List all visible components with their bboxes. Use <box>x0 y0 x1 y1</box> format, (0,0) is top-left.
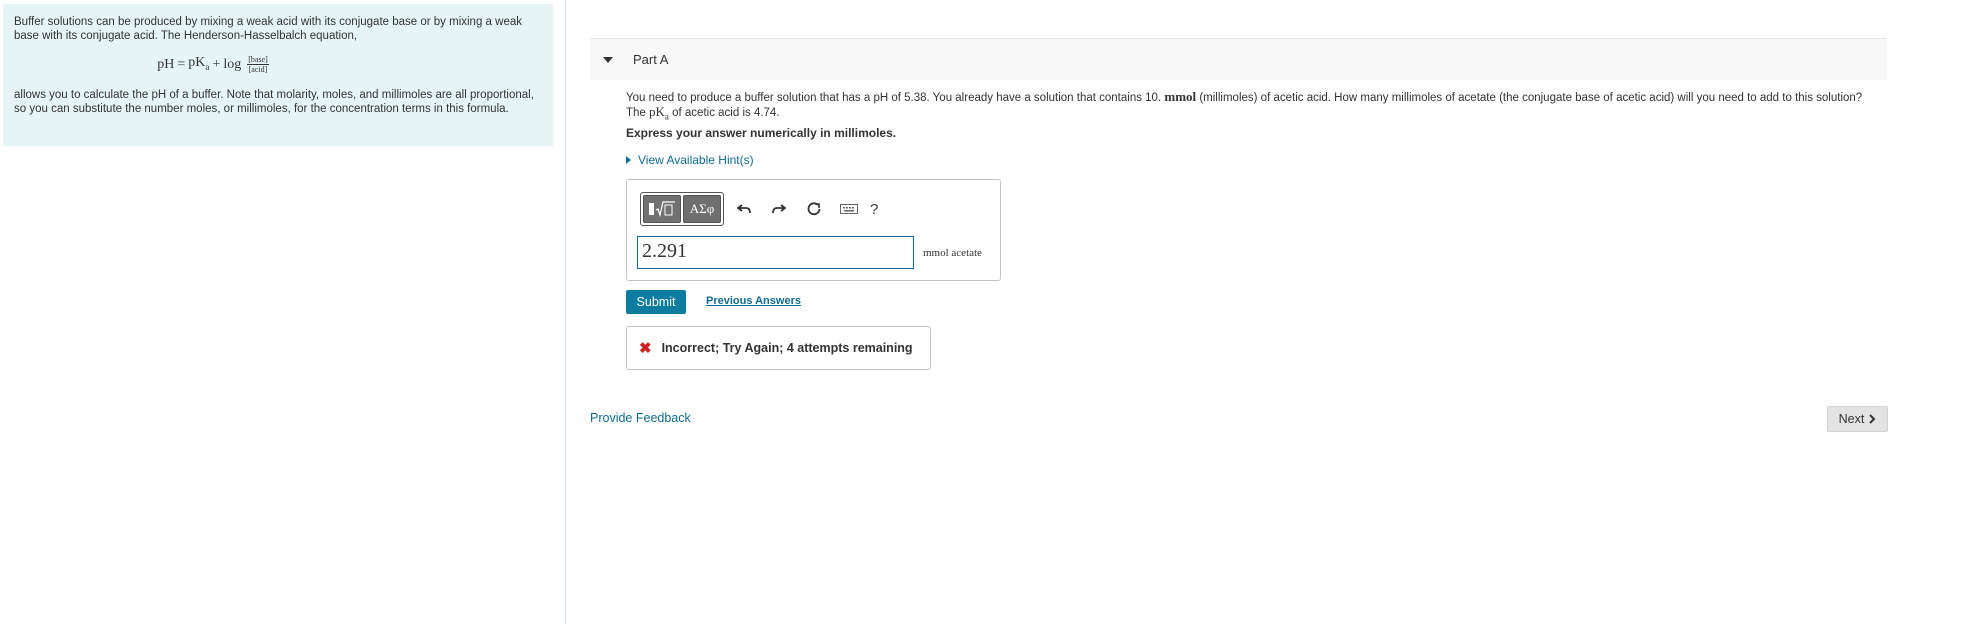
previous-answers-link[interactable]: Previous Answers <box>706 295 801 307</box>
toolbar-template-group: ΑΣφ <box>640 192 724 226</box>
answer-instruction: Express your answer numerically in milli… <box>626 126 897 140</box>
part-title: Part A <box>633 52 669 67</box>
question-unit-mmol: mmol <box>1164 89 1197 104</box>
undo-icon[interactable] <box>729 194 759 224</box>
equation-lhs: pH <box>157 56 175 72</box>
caret-right-icon <box>626 156 631 164</box>
equation-pk-subscript: a <box>205 61 210 72</box>
answer-box: ΑΣφ ? 2.291 mmol acetate <box>626 179 1001 281</box>
greek-symbols-button[interactable]: ΑΣφ <box>683 195 721 223</box>
error-x-icon: ✖ <box>639 340 652 357</box>
redo-icon[interactable] <box>764 194 794 224</box>
equation-equals: = <box>177 56 186 72</box>
view-hints-link[interactable]: View Available Hint(s) <box>626 153 754 167</box>
chevron-right-icon <box>1869 414 1876 424</box>
henderson-hasselbalch-equation: pH = pKa + log [base] [acid] <box>14 55 542 74</box>
keyboard-icon[interactable] <box>834 194 864 224</box>
intro-paragraph-1: Buffer solutions can be produced by mixi… <box>14 16 522 42</box>
question-pk: pKa <box>649 104 669 122</box>
answer-input[interactable]: 2.291 <box>637 236 914 269</box>
intro-paragraph-2: allows you to calculate the pH of a buff… <box>14 89 534 115</box>
question-text: You need to produce a buffer solution th… <box>626 90 1896 124</box>
sqrt-template-icon <box>649 201 675 218</box>
collapse-caret-icon[interactable] <box>603 56 613 63</box>
feedback-message-box: ✖ Incorrect; Try Again; 4 attempts remai… <box>626 326 931 370</box>
equation-log: log <box>223 56 242 72</box>
equation-pk-symbol: pK <box>188 54 206 70</box>
intro-panel: Buffer solutions can be produced by mixi… <box>3 4 553 146</box>
help-icon[interactable]: ? <box>870 201 878 218</box>
equation-fraction: [base] [acid] <box>247 55 269 74</box>
math-toolbar: ΑΣφ ? <box>640 192 878 226</box>
column-divider <box>565 0 566 624</box>
question-text-part-c: The <box>626 107 646 119</box>
submit-button[interactable]: Submit <box>626 290 686 314</box>
equation-denominator: [acid] <box>248 65 268 74</box>
equation-plus: + <box>212 56 221 72</box>
question-text-part-d: of acetic acid is 4.74. <box>672 107 780 119</box>
part-a-header[interactable]: Part A <box>590 38 1887 80</box>
reset-icon[interactable] <box>799 194 829 224</box>
answer-unit: mmol acetate <box>923 247 982 259</box>
question-pk-symbol: pK <box>649 104 665 119</box>
provide-feedback-link[interactable]: Provide Feedback <box>590 411 691 425</box>
feedback-message: Incorrect; Try Again; 4 attempts remaini… <box>661 341 913 355</box>
hint-label: View Available Hint(s) <box>638 153 754 167</box>
next-button[interactable]: Next <box>1827 406 1888 432</box>
equation-numerator: [base] <box>247 55 269 65</box>
next-label: Next <box>1838 412 1865 426</box>
question-text-part-a: You need to produce a buffer solution th… <box>626 92 1162 104</box>
equation-pk: pKa <box>188 54 210 74</box>
question-pk-subscript: a <box>664 111 669 122</box>
question-text-part-b: (millimoles) of acetic acid. How many mi… <box>1199 92 1863 104</box>
templates-button[interactable] <box>643 195 681 223</box>
